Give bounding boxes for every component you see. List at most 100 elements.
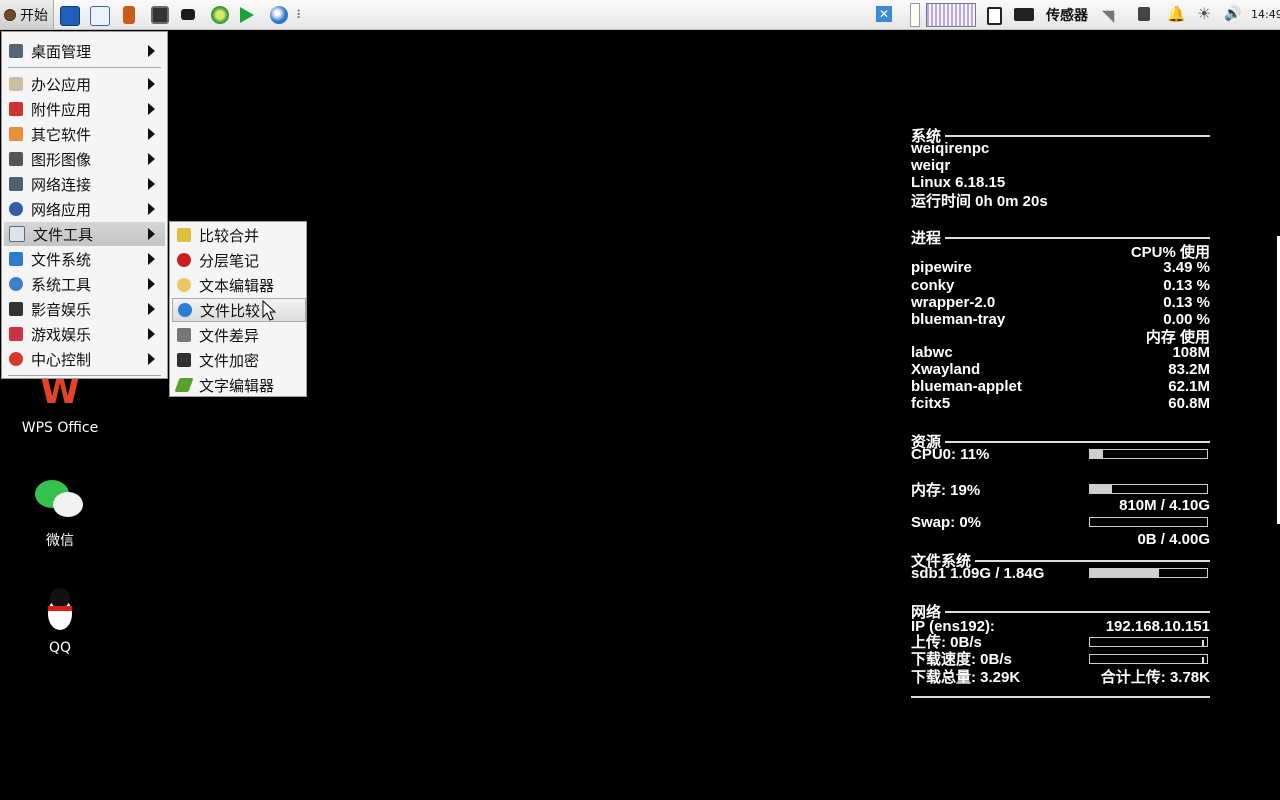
close-x-icon[interactable]: ✕ (876, 6, 892, 22)
mem-row: labwc 108M (911, 344, 1210, 361)
word-editor-icon (174, 378, 194, 392)
kernel: Linux 6.18.15 (911, 174, 1006, 191)
wps-office-shortcut[interactable]: W WPS Office (10, 372, 110, 437)
menu-item-network-connect[interactable]: 网络连接 (4, 172, 165, 196)
submenu-item-file-compare[interactable]: 文件比较 (172, 298, 306, 322)
disk-bar (1089, 568, 1208, 578)
mem-row: fcitx5 60.8M (911, 395, 1210, 412)
mem-row: Xwayland 83.2M (911, 361, 1210, 378)
start-logo-icon (4, 8, 16, 21)
file-compare-icon (178, 303, 192, 317)
chevron-right-icon (148, 353, 155, 365)
disc-icon[interactable] (211, 6, 229, 24)
menu-item-office[interactable]: 办公应用 (4, 72, 165, 96)
menu-item-filesystem[interactable]: 文件系统 (4, 247, 165, 271)
submenu-item-text-editor[interactable]: 文本编辑器 (172, 273, 306, 297)
paint-icon[interactable] (123, 6, 135, 24)
workspace-pager[interactable] (910, 3, 920, 27)
clipboard-icon[interactable] (987, 7, 1002, 25)
chevron-right-icon (148, 78, 155, 90)
display-icon[interactable] (181, 9, 195, 20)
brightness-icon[interactable]: ☀ (1197, 4, 1211, 23)
conky-bottom-rule (911, 696, 1210, 698)
image-viewer-icon[interactable] (90, 6, 110, 26)
menu-item-file-tools[interactable]: 文件工具 (4, 222, 165, 246)
start-button[interactable]: 开始 (0, 0, 54, 29)
desktop-icon (9, 44, 23, 58)
menu-item-graphics[interactable]: 图形图像 (4, 147, 165, 171)
menu-item-system-tools[interactable]: 系统工具 (4, 272, 165, 296)
chevron-right-icon (148, 178, 155, 190)
bluetooth-icon[interactable] (1138, 7, 1150, 21)
lock-icon (177, 353, 191, 367)
submenu-item-file-diff[interactable]: 文件差异 (172, 323, 306, 347)
media-play-icon[interactable] (240, 7, 254, 23)
menu-item-control-center[interactable]: 中心控制 (4, 347, 165, 371)
submenu-item-compare-merge[interactable]: 比较合并 (172, 223, 306, 247)
submenu-item-word-editor[interactable]: 文字编辑器 (172, 373, 306, 397)
ip-address: IP (ens192): 192.168.10.151 (911, 618, 1210, 635)
volume-icon[interactable]: 🔊 (1224, 6, 1241, 22)
clock[interactable]: 14:49 (1251, 8, 1280, 21)
process-row: pipewire 3.49 % (911, 259, 1210, 276)
wifi-disconnected-icon[interactable]: ◥ (1102, 6, 1114, 25)
menu-item-accessories[interactable]: 附件应用 (4, 97, 165, 121)
username: weiqr (911, 157, 951, 174)
chevron-right-icon (148, 203, 155, 215)
mem-bar (1089, 484, 1208, 494)
upload-graph (1089, 637, 1208, 647)
wps-label: WPS Office (21, 420, 99, 436)
chevron-right-icon (148, 303, 155, 315)
keyboard-icon[interactable] (1014, 8, 1034, 21)
menu-item-desktop[interactable]: 桌面管理 (4, 39, 165, 63)
filesystem-icon (9, 252, 23, 266)
media-icon (9, 302, 23, 316)
menu-separator (8, 67, 161, 68)
office-icon (9, 77, 23, 91)
chevron-right-icon (148, 278, 155, 290)
sensor-label[interactable]: 传感器 (1046, 5, 1088, 25)
compare-merge-icon (177, 228, 191, 242)
file-tools-icon (9, 226, 25, 242)
qq-penguin-icon (44, 588, 76, 632)
notification-bell-icon[interactable]: 🔔 (1167, 5, 1186, 23)
system-tools-icon (9, 277, 23, 291)
chevron-right-icon (148, 328, 155, 340)
top-panel: 开始 ⠇ ✕ 传感器 ◥ 🔔 ☀ 🔊 14:49 (0, 0, 1280, 30)
start-label: 开始 (20, 7, 48, 24)
menu-item-other[interactable]: 其它软件 (4, 122, 165, 146)
uptime: 运行时间 0h 0m 20s (911, 193, 1048, 210)
file-tools-submenu: 比较合并 分层笔记 文本编辑器 文件比较 文件差异 文件加密 文字编辑器 (169, 221, 307, 397)
mem-row: blueman-applet 62.1M (911, 378, 1210, 395)
chevron-right-icon (148, 103, 155, 115)
wechat-icon (35, 478, 85, 522)
swap-bar (1089, 517, 1208, 527)
text-editor-icon (177, 278, 191, 292)
hostname: weiqirenpc (911, 140, 990, 157)
chevron-right-icon (148, 45, 155, 57)
cpu-graph-icon[interactable] (926, 3, 976, 27)
terminal-icon[interactable] (60, 6, 80, 26)
monitor-icon[interactable] (151, 6, 169, 24)
qq-shortcut[interactable]: QQ (10, 588, 110, 656)
power-icon (9, 352, 23, 366)
file-diff-icon (177, 328, 191, 342)
cpu-bar (1089, 449, 1208, 459)
menu-item-media[interactable]: 影音娱乐 (4, 297, 165, 321)
browser-icon[interactable] (270, 6, 288, 24)
panel-grip-icon[interactable]: ⠇ (296, 8, 305, 22)
qq-label: QQ (48, 640, 72, 656)
swap-detail: 0B / 4.00G (1137, 531, 1210, 548)
submenu-item-file-encrypt[interactable]: 文件加密 (172, 348, 306, 372)
menu-item-games[interactable]: 游戏娱乐 (4, 322, 165, 346)
menu-separator (8, 375, 161, 376)
process-row: blueman-tray 0.00 % (911, 311, 1210, 328)
menu-item-network-app[interactable]: 网络应用 (4, 197, 165, 221)
start-menu: 桌面管理 办公应用 附件应用 其它软件 图形图像 网络连接 网络应用 文件工具 (1, 31, 168, 379)
accessories-icon (9, 102, 23, 116)
wechat-shortcut[interactable]: 微信 (10, 478, 110, 550)
wechat-label: 微信 (46, 533, 74, 549)
traffic-totals: 下载总量: 3.29K 合计上传: 3.78K (911, 669, 1210, 686)
submenu-item-cherry-notes[interactable]: 分层笔记 (172, 248, 306, 272)
network-connect-icon (9, 177, 23, 191)
